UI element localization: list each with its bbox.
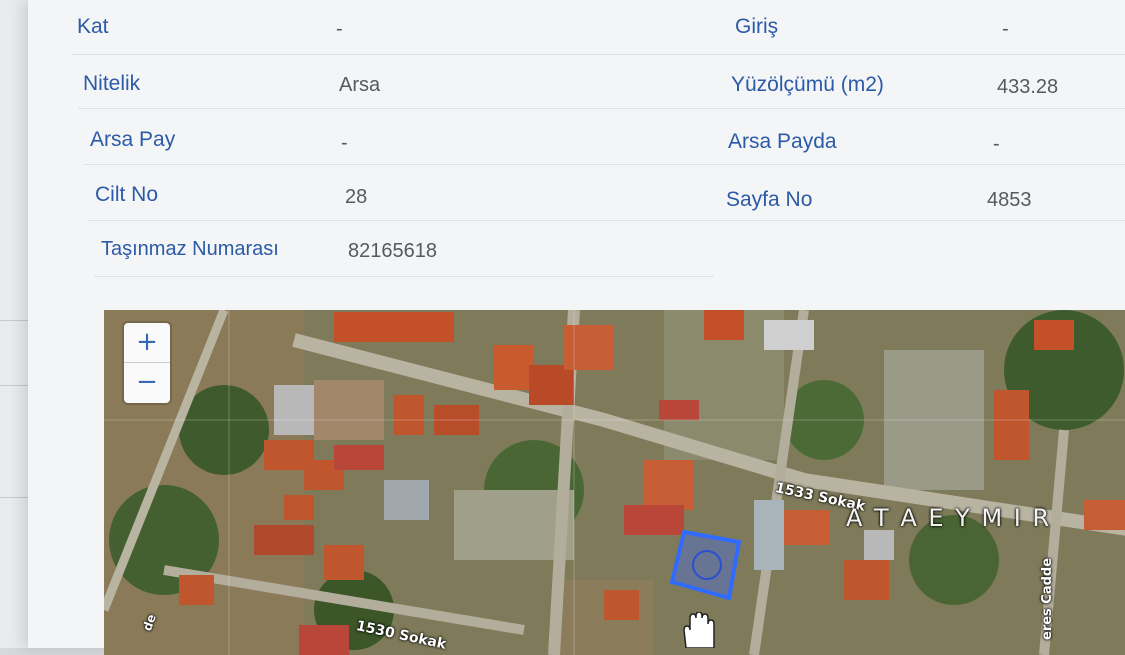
info-row [88, 166, 1125, 221]
yuzolcumu-value: 433.28 [997, 76, 1059, 98]
arsa-payda-label: Arsa Payda [728, 130, 837, 153]
nitelik-value: Arsa [339, 74, 381, 96]
giris-value: - [1002, 18, 1009, 40]
kat-label: Kat [77, 15, 109, 38]
hand-cursor-icon [683, 612, 715, 648]
street-label-cadde: eres Cadde [1040, 557, 1055, 640]
arsa-payda-value: - [993, 133, 1000, 155]
giris-label: Giriş [735, 15, 779, 38]
cilt-no-label: Cilt No [95, 183, 159, 206]
sayfa-no-value: 4853 [987, 189, 1032, 211]
sayfa-no-label: Sayfa No [726, 188, 813, 211]
zoom-control: + − [124, 323, 170, 403]
parcel-map[interactable] [104, 310, 1125, 655]
arsa-pay-value: - [341, 132, 348, 154]
kat-value: - [336, 18, 343, 40]
nitelik-label: Nitelik [83, 72, 141, 95]
zoom-in-button[interactable]: + [124, 323, 170, 362]
zoom-out-button[interactable]: − [124, 362, 170, 402]
tasinmaz-numarasi-value: 82165618 [348, 240, 437, 262]
tasinmaz-numarasi-label: Taşınmaz Numarası [101, 238, 279, 260]
info-row [78, 54, 1125, 109]
info-row [72, 0, 1125, 55]
district-label: A T A E Y M I R [846, 504, 1052, 532]
yuzolcumu-label: Yüzölçümü (m2) [731, 73, 884, 96]
info-row [84, 110, 1125, 165]
satellite-imagery [104, 310, 1125, 655]
arsa-pay-label: Arsa Pay [90, 128, 176, 151]
cilt-no-value: 28 [345, 186, 368, 208]
